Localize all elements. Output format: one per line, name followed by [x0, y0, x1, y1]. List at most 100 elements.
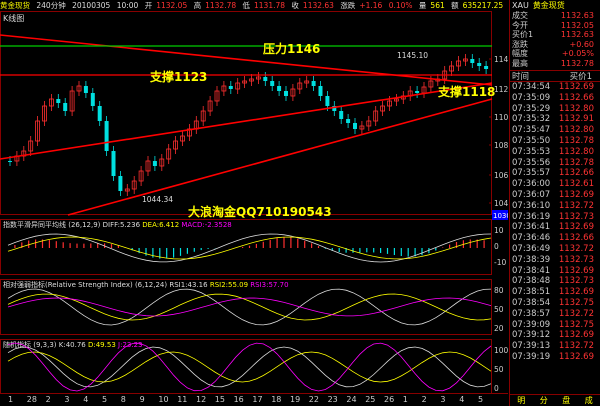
tick-time: 07:38:54 — [512, 297, 551, 308]
tick-row[interactable]: 07:38:54 1132.75 — [510, 298, 600, 309]
tick-price: 1132.69 — [558, 265, 594, 276]
tick-table-header: 时间 买价1 — [510, 70, 600, 82]
change-percent: 0.10% — [388, 1, 413, 10]
instrument-name[interactable]: 黄金现货 — [0, 1, 30, 10]
tick-row[interactable]: 07:36:41 1132.69 — [510, 222, 600, 233]
panel-tab[interactable]: 成 — [585, 395, 593, 406]
tick-time: 07:36:19 — [512, 211, 551, 222]
candle-body — [228, 86, 233, 89]
tick-list[interactable]: 07:34:54 1132.69 07:35:09 1132.66 07:35:29 11… — [510, 82, 600, 363]
tick-time: 07:36:49 — [512, 243, 551, 254]
tick-time: 07:39:13 — [512, 341, 551, 352]
tick-row[interactable]: 07:35:53 1132.80 — [510, 147, 600, 158]
tick-price: 1132.80 — [558, 125, 594, 136]
chart-area[interactable]: K线图 114011201100108010601040 压力1146 支撑11… — [0, 11, 508, 395]
tick-row[interactable]: 07:39:12 1132.69 — [510, 330, 600, 341]
amount-value: 635217.25 — [462, 1, 504, 10]
tick-price: 1132.78 — [558, 135, 594, 146]
tick-row[interactable]: 07:34:54 1132.69 — [510, 82, 600, 93]
tick-row[interactable]: 07:36:46 1132.66 — [510, 233, 600, 244]
tick-price: 1132.72 — [558, 341, 594, 352]
symbol-name: 黄金现货 — [532, 1, 565, 10]
tick-time: 07:35:47 — [512, 125, 551, 136]
tick-row[interactable]: 07:36:49 1132.72 — [510, 244, 600, 255]
tick-row[interactable]: 07:36:10 1132.72 — [510, 201, 600, 212]
x-axis-label: 19 — [290, 395, 301, 404]
tick-row[interactable]: 07:35:32 1132.91 — [510, 114, 600, 125]
quote-summary: 成交 1132.63 今开 1132.05 买价1 1132.63 涨跌 +0.60 幅度 +0.… — [510, 11, 600, 68]
candle-body — [63, 103, 68, 111]
candle-body — [311, 81, 316, 86]
tick-row[interactable]: 07:39:13 1132.72 — [510, 341, 600, 352]
candle-body — [90, 93, 95, 106]
bar-date: 20100305 — [72, 1, 111, 10]
tick-row[interactable]: 07:35:57 1132.66 — [510, 168, 600, 179]
change-label: 涨跌 — [340, 1, 356, 10]
tick-row[interactable]: 07:36:19 1132.73 — [510, 212, 600, 223]
x-axis-label: 5 — [102, 395, 108, 404]
tick-row[interactable]: 07:38:39 1132.73 — [510, 255, 600, 266]
col-time: 时间 — [512, 72, 530, 82]
quote-value: 1132.78 — [560, 58, 594, 68]
tick-row[interactable]: 07:36:00 1132.61 — [510, 179, 600, 190]
quote-value: 1132.05 — [560, 20, 594, 30]
amount-label: 额 — [451, 1, 459, 10]
tick-row[interactable]: 07:35:56 1132.78 — [510, 158, 600, 169]
x-axis-label: 10 — [158, 395, 169, 404]
candle-body — [8, 161, 12, 162]
tick-time: 07:38:39 — [512, 254, 551, 265]
quote-info-bar: 黄金现货 240分钟 20100305 10:00 开 1132.05 高 1132… — [0, 0, 508, 11]
x-axis-label: 8 — [120, 395, 126, 404]
tick-row[interactable]: 07:38:41 1132.69 — [510, 266, 600, 277]
tick-row[interactable]: 07:38:57 1132.72 — [510, 309, 600, 320]
tick-row[interactable]: 07:39:19 1132.69 — [510, 352, 600, 363]
candle-body — [346, 119, 351, 123]
tick-price: 1132.69 — [558, 82, 594, 92]
y-tick-label: 1140 — [494, 55, 508, 64]
candle-body — [104, 121, 109, 151]
rsi-y-tick-label: 20 — [494, 324, 504, 333]
panel-tab[interactable]: 盘 — [562, 395, 570, 406]
bar-time: 10:00 — [116, 1, 139, 10]
y-tick-label: 1080 — [494, 141, 508, 150]
tick-price: 1132.73 — [558, 276, 594, 287]
panel-tab[interactable]: 明 — [517, 395, 525, 406]
quote-value: 1132.63 — [560, 30, 594, 39]
tick-row[interactable]: 07:38:51 1132.69 — [510, 287, 600, 298]
open-value: 1132.05 — [156, 1, 188, 10]
tick-time: 07:35:57 — [512, 168, 551, 179]
quote-row: 幅度 +0.05% — [510, 49, 600, 59]
tick-row[interactable]: 07:38:48 1132.73 — [510, 276, 600, 287]
rsi1-line — [7, 288, 492, 326]
candle-body — [477, 63, 482, 66]
tick-price: 1132.61 — [558, 179, 594, 190]
x-axis-label: 15 — [214, 395, 225, 404]
tick-row[interactable]: 07:36:07 1132.69 — [510, 190, 600, 201]
tick-price: 1132.75 — [558, 297, 594, 308]
macd-title: 指数平滑异同平均线 (26,12,9) DIFF:5.236 DEA:6.412… — [3, 220, 232, 229]
quote-panel: XAU 黄金现货 成交 1132.63 今开 1132.05 买价1 1132.63 涨跌 +0… — [509, 0, 600, 406]
x-axis-label: 26 — [384, 395, 395, 404]
quote-row: 最高 1132.78 — [510, 59, 600, 69]
close-value: 1132.63 — [302, 1, 334, 10]
tick-time: 07:38:41 — [512, 265, 551, 276]
candle-body — [118, 176, 123, 191]
support-1118-annotation: 支撑1118 — [437, 84, 495, 99]
period-label[interactable]: 240分钟 — [36, 1, 65, 10]
tick-row[interactable]: 07:35:09 1132.66 — [510, 93, 600, 104]
panel-tabs: 明分盘成 — [510, 394, 600, 406]
high-value: 1132.78 — [205, 1, 237, 10]
quote-label: 最高 — [512, 58, 528, 68]
tick-row[interactable]: 07:35:47 1132.80 — [510, 125, 600, 136]
candle-body — [325, 96, 330, 106]
x-axis-label: 2 — [421, 395, 427, 404]
tick-time: 07:34:54 — [512, 82, 551, 92]
x-axis-label: 2 — [45, 395, 51, 404]
tick-row[interactable]: 07:39:09 1132.75 — [510, 320, 600, 331]
panel-tab[interactable]: 分 — [540, 395, 548, 406]
resistance-annotation: 压力1146 — [263, 41, 320, 56]
tick-row[interactable]: 07:35:50 1132.78 — [510, 136, 600, 147]
tick-price: 1132.69 — [558, 287, 594, 298]
tick-row[interactable]: 07:35:29 1132.80 — [510, 104, 600, 115]
kline-title: K线图 — [3, 13, 24, 23]
